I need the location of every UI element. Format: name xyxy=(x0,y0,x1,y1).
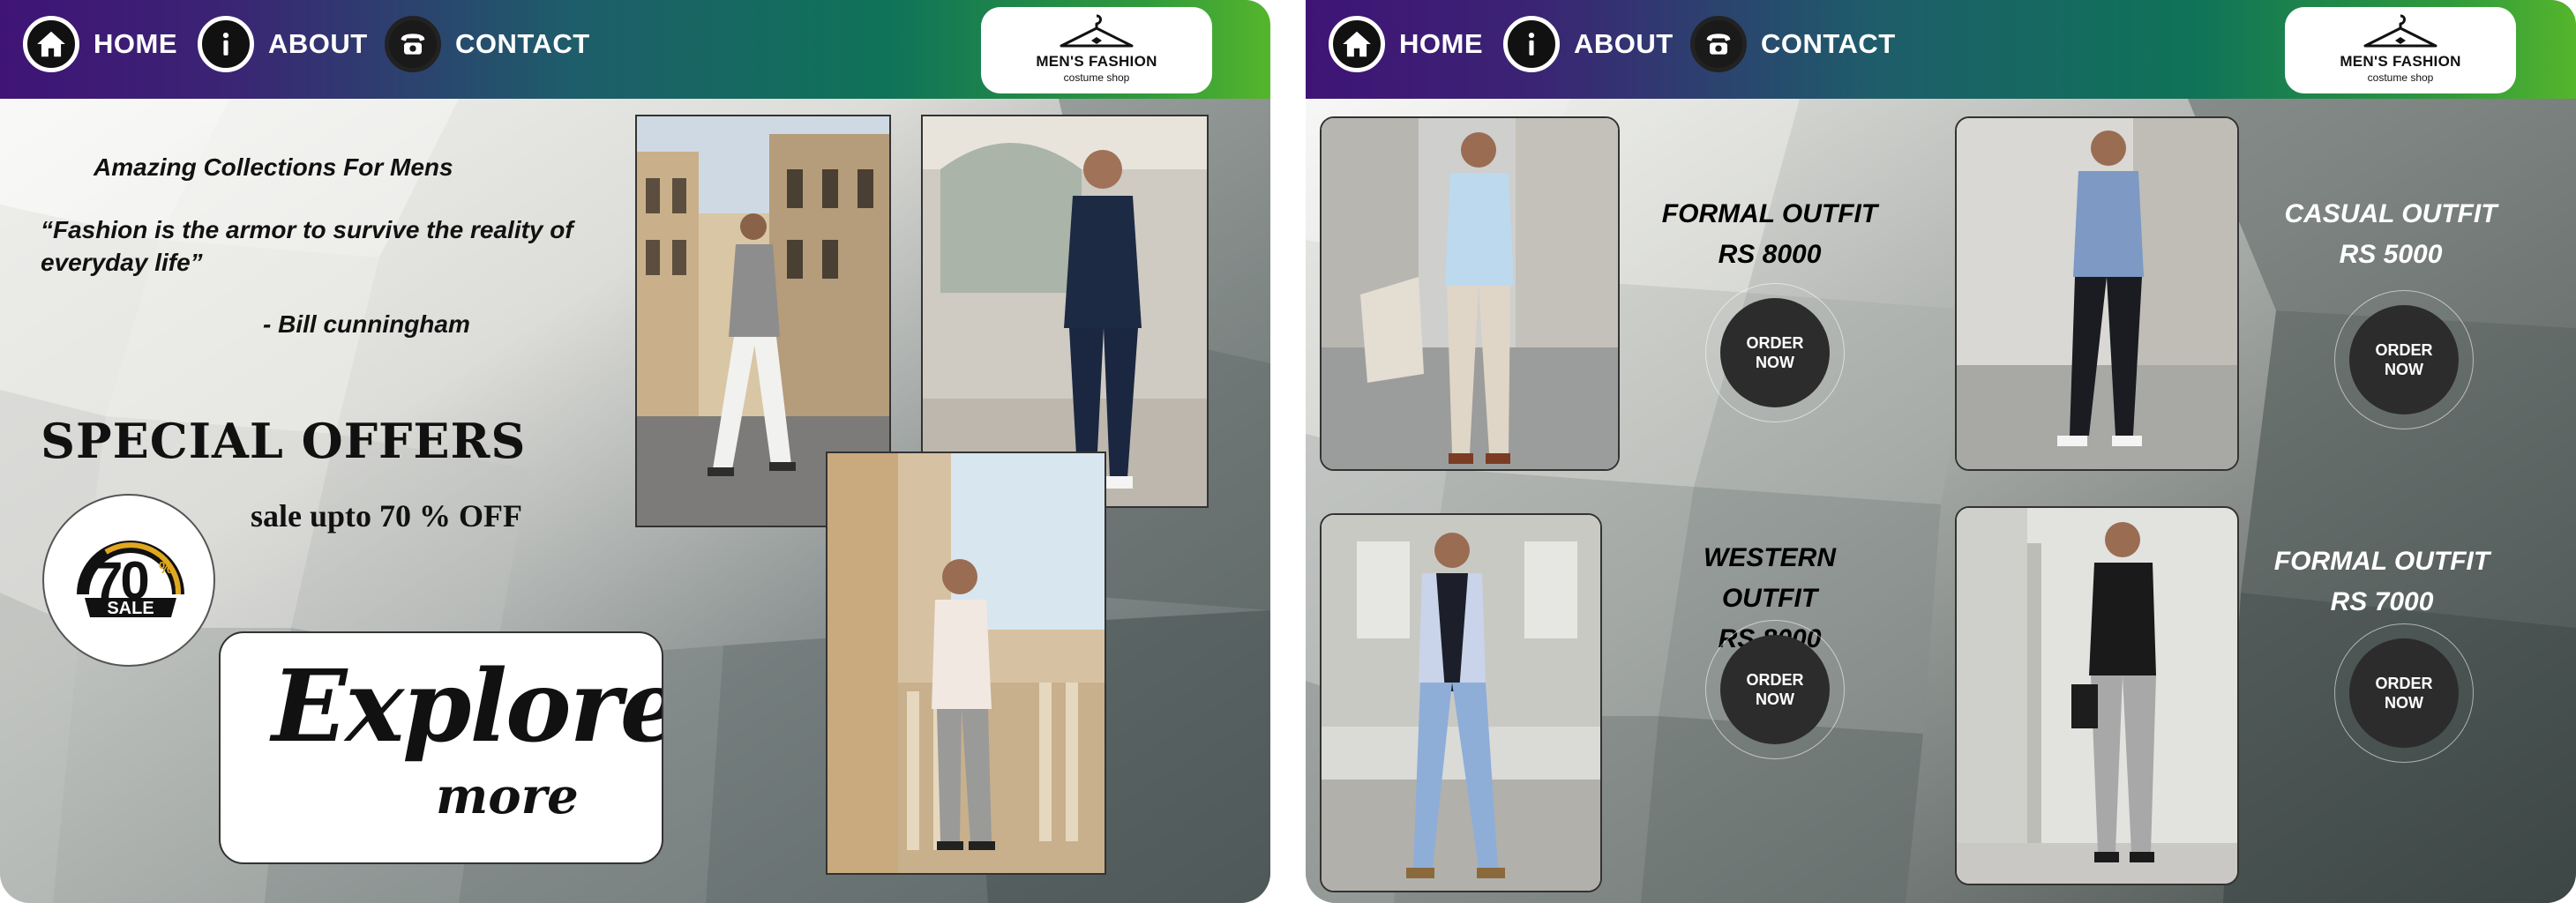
sale-badge: 70 % SALE xyxy=(42,494,215,667)
product-title: FORMAL OUTFIT RS 8000 xyxy=(1655,194,1884,275)
nav-about[interactable]: ABOUT xyxy=(1503,16,1674,72)
order-now-word: NOW xyxy=(1756,690,1794,708)
hanger-icon xyxy=(1060,14,1134,48)
special-offers-title: SPECIAL OFFERS xyxy=(41,413,527,469)
order-now-word: ORDER xyxy=(1746,334,1804,352)
brand-title: MEN'S FASHION xyxy=(1036,53,1157,70)
phone-icon xyxy=(1690,16,1747,72)
product-photo-western[interactable] xyxy=(1320,513,1602,892)
home-page-panel: HOME ABOUT CONTACT MEN'S FASHION costume… xyxy=(0,0,1270,903)
product-title: CASUAL OUTFIT RS 5000 xyxy=(2276,194,2505,275)
nav-contact[interactable]: CONTACT xyxy=(385,16,590,72)
order-now-word: ORDER xyxy=(2375,675,2433,692)
product-name: FORMAL OUTFIT xyxy=(1661,199,1878,228)
order-now-word: NOW xyxy=(2385,694,2423,712)
product-price: RS 7000 xyxy=(2330,587,2434,616)
nav-about-label: ABOUT xyxy=(1574,28,1674,59)
explore-more-button[interactable]: Explore more xyxy=(219,631,663,864)
fashion-quote: “Fashion is the armor to survive the rea… xyxy=(41,216,573,276)
product-price: RS 8000 xyxy=(1718,240,1822,269)
product-photo-formal[interactable] xyxy=(1320,116,1620,471)
collection-heading: Amazing Collections For Mens xyxy=(94,153,453,181)
brand-subtitle: costume shop xyxy=(1063,71,1130,84)
hanger-icon xyxy=(2363,14,2437,48)
nav-contact-label: CONTACT xyxy=(1761,28,1896,59)
info-icon xyxy=(1503,16,1560,72)
explore-text: Explore xyxy=(272,649,663,765)
order-now-word: NOW xyxy=(2385,361,2423,378)
more-text: more xyxy=(436,767,579,825)
phone-icon xyxy=(385,16,441,72)
nav-home[interactable]: HOME xyxy=(23,16,177,72)
order-now-button[interactable]: ORDER NOW xyxy=(2349,305,2459,414)
home-icon xyxy=(1329,16,1385,72)
nav-about-label: ABOUT xyxy=(268,28,368,59)
info-icon xyxy=(198,16,254,72)
collage-photo-balcony xyxy=(826,452,1106,875)
home-icon xyxy=(23,16,79,72)
product-photo-casual[interactable] xyxy=(1955,116,2239,471)
brand-subtitle: costume shop xyxy=(2367,71,2434,84)
product-name: WESTERN OUTFIT xyxy=(1704,543,1836,613)
order-now-word: NOW xyxy=(1756,354,1794,371)
order-now-word: ORDER xyxy=(2375,341,2433,359)
order-now-button[interactable]: ORDER NOW xyxy=(2349,638,2459,748)
nav-home-label: HOME xyxy=(94,28,177,59)
product-price: RS 5000 xyxy=(2339,240,2443,269)
collage-photo-navy xyxy=(921,115,1209,508)
products-page-panel: HOME ABOUT CONTACT MEN'S FASHION costume… xyxy=(1306,0,2576,903)
order-now-button[interactable]: ORDER NOW xyxy=(1720,298,1830,407)
nav-about[interactable]: ABOUT xyxy=(198,16,368,72)
nav-contact-label: CONTACT xyxy=(455,28,590,59)
top-navbar: HOME ABOUT CONTACT MEN'S FASHION costume… xyxy=(1306,0,2576,99)
brand-logo[interactable]: MEN'S FASHION costume shop xyxy=(981,7,1212,93)
product-name: CASUAL OUTFIT xyxy=(2284,199,2497,228)
product-name: FORMAL OUTFIT xyxy=(2273,547,2490,576)
order-now-word: ORDER xyxy=(1746,671,1804,689)
top-navbar: HOME ABOUT CONTACT MEN'S FASHION costume… xyxy=(0,0,1270,99)
nav-home[interactable]: HOME xyxy=(1329,16,1483,72)
quote-author: - Bill cunningham xyxy=(263,310,470,338)
order-now-button[interactable]: ORDER NOW xyxy=(1720,635,1830,744)
brand-logo[interactable]: MEN'S FASHION costume shop xyxy=(2285,7,2516,93)
product-photo-formal-black[interactable] xyxy=(1955,506,2239,885)
brand-title: MEN'S FASHION xyxy=(2340,53,2461,70)
product-title: FORMAL OUTFIT RS 7000 xyxy=(2267,541,2497,623)
nav-contact[interactable]: CONTACT xyxy=(1690,16,1896,72)
badge-percent: % xyxy=(159,559,174,577)
sale-text: sale upto 70 % OFF xyxy=(251,498,523,534)
badge-label: SALE xyxy=(107,599,154,618)
nav-home-label: HOME xyxy=(1399,28,1483,59)
